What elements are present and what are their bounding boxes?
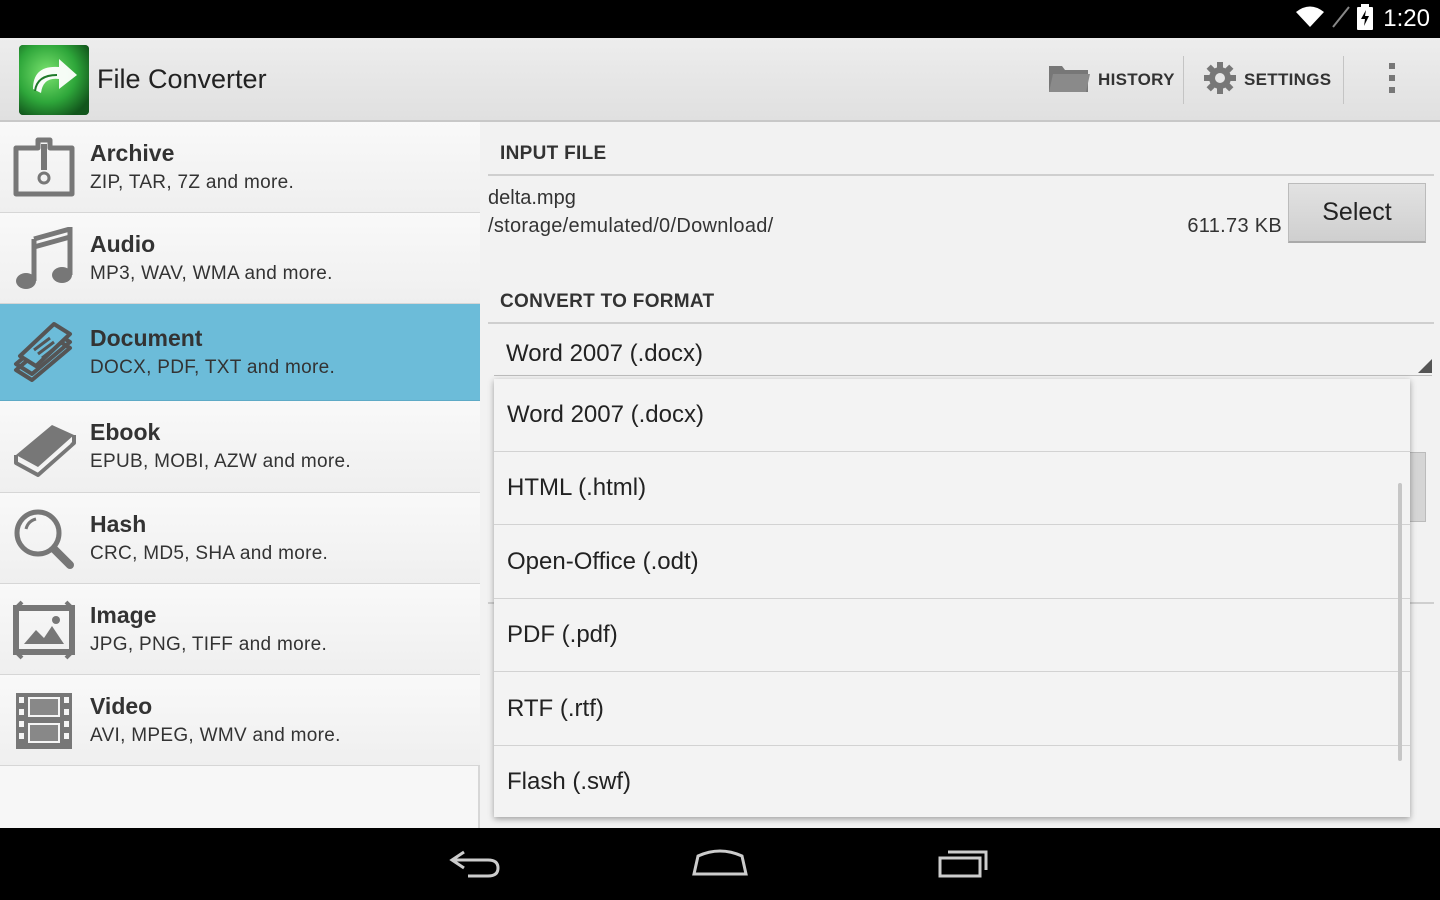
sidebar-item-subtitle: JPG, PNG, TIFF and more. (90, 634, 328, 655)
picture-frame-icon (12, 598, 76, 662)
status-bar: 1:20 (0, 0, 1440, 38)
sidebar-item-archive[interactable]: Archive ZIP, TAR, 7Z and more. (0, 122, 480, 213)
history-button[interactable]: HISTORY (1048, 38, 1175, 122)
book-icon (12, 415, 76, 479)
settings-button[interactable]: SETTINGS (1204, 38, 1331, 122)
sidebar-item-title: Document (90, 325, 203, 351)
input-file-name: delta.mpg (488, 187, 576, 209)
section-divider (488, 174, 1434, 176)
dropdown-arrow-icon (1418, 359, 1432, 373)
format-option-label: Flash (.swf) (507, 768, 632, 795)
format-option[interactable]: Flash (.swf) (494, 746, 1410, 819)
home-button[interactable] (684, 842, 756, 886)
format-spinner-value: Word 2007 (.docx) (506, 340, 703, 367)
sidebar-item-title: Audio (90, 231, 156, 257)
sidebar-item-subtitle: AVI, MPEG, WMV and more. (90, 725, 341, 746)
format-option[interactable]: Open-Office (.odt) (494, 526, 1410, 599)
format-option-label: Open-Office (.odt) (507, 548, 699, 575)
status-time: 1:20 (1383, 5, 1430, 32)
format-dropdown-list: Word 2007 (.docx) HTML (.html) Open-Offi… (494, 379, 1410, 817)
sidebar-item-title: Archive (90, 140, 175, 166)
format-option-label: Word 2007 (.docx) (507, 401, 704, 428)
section-divider (488, 322, 1434, 324)
document-pages-icon (12, 320, 76, 384)
sidebar-item-title: Hash (90, 511, 147, 537)
magnifier-icon (12, 507, 76, 571)
overflow-menu-button[interactable] (1372, 38, 1412, 122)
format-spinner[interactable]: Word 2007 (.docx) (494, 332, 1432, 376)
app-title: File Converter (97, 64, 267, 94)
navigation-bar (0, 828, 1440, 900)
action-divider (1183, 56, 1184, 104)
signal-slash-icon (1331, 5, 1351, 34)
format-option-label: HTML (.html) (507, 474, 647, 501)
format-option-label: RTF (.rtf) (507, 695, 604, 722)
history-label: HISTORY (1098, 70, 1175, 89)
sidebar-item-subtitle: EPUB, MOBI, AZW and more. (90, 451, 351, 472)
sidebar-item-subtitle: CRC, MD5, SHA and more. (90, 543, 329, 564)
app-logo[interactable] (19, 45, 89, 115)
wifi-icon (1295, 5, 1325, 34)
sidebar-item-image[interactable]: Image JPG, PNG, TIFF and more. (0, 584, 480, 675)
format-option[interactable]: Word 2007 (.docx) (494, 379, 1410, 452)
format-option[interactable]: PDF (.pdf) (494, 599, 1410, 672)
select-file-button[interactable]: Select (1288, 183, 1426, 243)
action-divider (1343, 56, 1344, 104)
input-file-heading: INPUT FILE (500, 143, 607, 164)
recent-apps-button[interactable] (928, 842, 1000, 886)
category-sidebar: Archive ZIP, TAR, 7Z and more. Audio MP3… (0, 122, 480, 828)
format-option[interactable]: HTML (.html) (494, 452, 1410, 525)
action-bar: File Converter HISTORY SETTINGS (0, 38, 1440, 122)
sidebar-item-hash[interactable]: Hash CRC, MD5, SHA and more. (0, 493, 480, 584)
gear-icon (1204, 61, 1236, 99)
music-note-icon (12, 225, 76, 291)
home-icon (690, 846, 750, 883)
settings-label: SETTINGS (1244, 70, 1332, 89)
format-option-label: PDF (.pdf) (507, 621, 618, 648)
folder-icon (1048, 62, 1090, 99)
refresh-arrow-icon (19, 45, 89, 115)
convert-format-heading: CONVERT TO FORMAT (500, 291, 715, 312)
sidebar-item-subtitle: MP3, WAV, WMA and more. (90, 263, 333, 284)
input-file-size: 611.73 KB (1187, 215, 1282, 237)
film-strip-icon (12, 689, 76, 753)
overflow-menu-icon (1388, 62, 1396, 99)
sidebar-item-title: Ebook (90, 419, 161, 445)
format-option[interactable]: RTF (.rtf) (494, 673, 1410, 746)
dropdown-scrollbar[interactable] (1398, 483, 1402, 761)
sidebar-item-subtitle: ZIP, TAR, 7Z and more. (90, 172, 295, 193)
sidebar-item-audio[interactable]: Audio MP3, WAV, WMA and more. (0, 213, 480, 304)
battery-charging-icon (1357, 3, 1374, 35)
back-button[interactable] (440, 842, 512, 886)
archive-zipper-icon (12, 136, 76, 200)
sidebar-item-subtitle: DOCX, PDF, TXT and more. (90, 357, 336, 378)
sidebar-item-video[interactable]: Video AVI, MPEG, WMV and more. (0, 675, 480, 766)
sidebar-item-title: Image (90, 602, 157, 628)
sidebar-item-document[interactable]: Document DOCX, PDF, TXT and more. (0, 304, 480, 401)
status-icons: 1:20 (1295, 3, 1430, 35)
recent-apps-icon (936, 846, 992, 883)
input-file-path: /storage/emulated/0/Download/ (488, 215, 774, 237)
sidebar-item-title: Video (90, 693, 153, 719)
back-icon (448, 846, 504, 883)
sidebar-item-ebook[interactable]: Ebook EPUB, MOBI, AZW and more. (0, 401, 480, 493)
